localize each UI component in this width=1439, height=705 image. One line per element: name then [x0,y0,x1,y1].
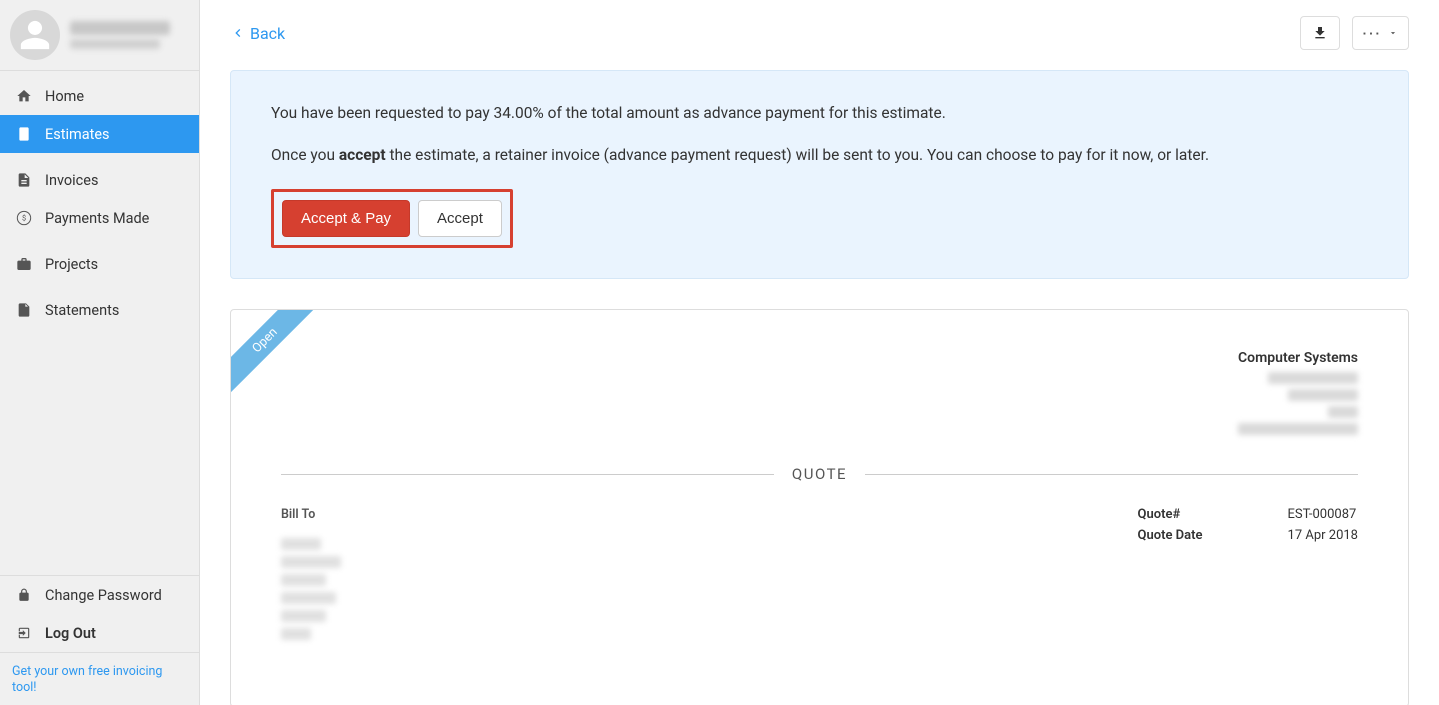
bill-to-label: Bill To [281,507,341,522]
notice-line-1: You have been requested to pay 34.00% of… [271,101,1368,125]
meta-row-quote-date: Quote Date 17 Apr 2018 [1138,528,1358,543]
sidebar-item-estimates[interactable]: Estimates [0,115,199,153]
home-icon [15,87,33,105]
user-text [70,21,189,49]
section-title: QUOTE [792,465,847,483]
quote-section-divider: QUOTE [281,465,1358,483]
meta-key: Quote Date [1138,528,1228,543]
svg-text:$: $ [22,214,26,223]
estimates-icon [15,125,33,143]
sidebar-item-statements[interactable]: Statements [0,291,199,329]
sidebar-item-label: Log Out [45,625,96,642]
sidebar-footer: Get your own free invoicing tool! [0,652,199,705]
quote-document: Open Computer Systems QUOTE Bill To [230,309,1409,705]
download-icon [1312,25,1328,41]
back-link-label: Back [250,24,285,43]
sidebar-item-change-password[interactable]: Change Password [0,576,199,614]
sidebar-item-label: Estimates [45,126,110,143]
avatar [10,10,60,60]
footer-promo-link[interactable]: Get your own free invoicing tool! [12,664,162,695]
bill-to-redacted [281,628,311,640]
invoices-icon [15,171,33,189]
more-actions-button[interactable]: ··· [1352,16,1409,50]
meta-row-quote-number: Quote# EST-000087 [1138,507,1358,522]
statements-icon [15,301,33,319]
divider-left [281,474,774,475]
sidebar-bottom: Change Password Log Out [0,575,199,652]
sidebar-nav: Home Estimates Invoices $ Payments Made … [0,71,199,575]
sidebar-item-payments[interactable]: $ Payments Made [0,199,199,237]
meta-key: Quote# [1138,507,1228,522]
meta-value: 17 Apr 2018 [1288,528,1358,543]
logout-icon [15,624,33,642]
user-name-redacted [70,21,170,35]
sidebar-item-home[interactable]: Home [0,77,199,115]
advance-payment-notice: You have been requested to pay 34.00% of… [230,70,1409,279]
top-actions: ··· [1300,16,1409,50]
sidebar-item-invoices[interactable]: Invoices [0,161,199,199]
sidebar: Home Estimates Invoices $ Payments Made … [0,0,200,705]
bill-to-redacted [281,538,321,550]
chevron-left-icon [230,25,246,41]
back-link[interactable]: Back [230,24,285,43]
sidebar-item-label: Home [45,88,84,105]
divider-right [865,474,1358,475]
company-name: Computer Systems [281,350,1358,366]
sidebar-item-label: Projects [45,256,98,273]
sidebar-item-label: Invoices [45,172,98,189]
sidebar-item-label: Payments Made [45,210,149,227]
user-sub-redacted [70,39,160,49]
quote-meta: Quote# EST-000087 Quote Date 17 Apr 2018 [1138,507,1358,646]
meta-value: EST-000087 [1288,507,1357,522]
topbar: Back ··· [230,16,1409,50]
doc-header: Computer Systems [281,350,1358,435]
ellipsis-icon: ··· [1363,26,1382,41]
sidebar-item-logout[interactable]: Log Out [0,614,199,652]
notice-line-2: Once you accept the estimate, a retainer… [271,143,1368,167]
bill-to-redacted [281,556,341,568]
accept-and-pay-button[interactable]: Accept & Pay [282,200,410,237]
sidebar-item-label: Change Password [45,587,162,604]
bill-to-block: Bill To [281,507,341,646]
download-button[interactable] [1300,16,1340,50]
sidebar-user-block [0,0,199,71]
lock-icon [15,586,33,604]
accept-button[interactable]: Accept [418,200,502,237]
quote-body: Bill To Quote# EST-000087 Quote Date 17 … [281,507,1358,646]
sidebar-item-label: Statements [45,302,119,319]
company-address-redacted [281,372,1358,435]
main-content: Back ··· You have been requested to pay … [200,0,1439,705]
projects-icon [15,255,33,273]
sidebar-item-projects[interactable]: Projects [0,245,199,283]
bill-to-redacted [281,592,336,604]
caret-down-icon [1388,28,1398,38]
bill-to-redacted [281,574,326,586]
accept-buttons-highlight: Accept & Pay Accept [271,189,513,248]
payments-icon: $ [15,209,33,227]
bill-to-redacted [281,610,326,622]
